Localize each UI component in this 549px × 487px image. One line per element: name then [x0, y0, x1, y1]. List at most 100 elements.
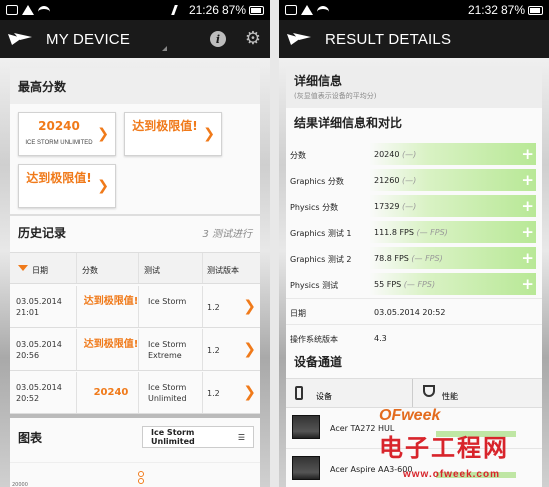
page-title: RESULT DETAILS — [325, 30, 452, 48]
detail-value: 78.8 FPS — [374, 254, 409, 263]
history-row[interactable]: 03.05.2014 21:01 达到极限值! Ice Storm 1.2 ❯ — [10, 286, 260, 328]
chart-point[interactable] — [138, 471, 144, 477]
detail-row-physics-test: Physics 测试 55 FPS (— FPS) + — [286, 271, 542, 297]
battery-percent: 87% — [221, 3, 246, 17]
column-version[interactable]: 测试版本 — [207, 265, 239, 276]
mute-icon — [171, 5, 185, 15]
devices-table-header: 设备 性能 — [286, 378, 542, 408]
chart-point[interactable] — [138, 478, 144, 484]
best-score-title: 最高分数 — [18, 79, 67, 94]
detail-value: 17329 — [374, 202, 400, 211]
chart-card: 图表 Ice Storm Unlimited ☰ 20000 — [10, 418, 260, 487]
screen-divider — [270, 0, 279, 487]
performance-bar — [436, 431, 516, 437]
detail-reference: (—) — [402, 176, 417, 185]
score-tile-maxed-1[interactable]: 达到极限值! ❯ — [124, 112, 222, 156]
device-dropdown-icon[interactable] — [162, 46, 167, 51]
gear-icon[interactable]: ⚙ — [244, 30, 262, 48]
row-test: Ice Storm Extreme — [148, 340, 187, 360]
usb-icon — [38, 6, 50, 14]
detail-reference: (— FPS) — [403, 280, 436, 289]
detail-reference: (—) — [402, 202, 417, 211]
device-name: Acer Aspire AA3-600 — [330, 465, 413, 474]
sort-descending-icon[interactable] — [18, 265, 28, 271]
detail-row-physics-score: Physics 分数 17329 (—) + — [286, 193, 542, 219]
row-date: 03.05.2014 21:01 — [16, 297, 62, 317]
column-test[interactable]: 测试 — [144, 265, 160, 276]
plus-icon[interactable]: + — [521, 145, 534, 163]
page-title: MY DEVICE — [46, 30, 131, 48]
3dmark-logo-icon[interactable] — [287, 32, 311, 46]
chevron-right-icon: ❯ — [243, 340, 256, 358]
row-version: 1.2 — [207, 303, 220, 312]
detail-value: 20240 — [374, 150, 400, 159]
detail-row-date: 日期 03.05.2014 20:52 — [286, 298, 542, 324]
status-time: 21:26 — [188, 3, 219, 17]
history-count: 3 测试进行 — [202, 228, 252, 240]
battery-icon — [528, 5, 543, 15]
device-image — [292, 456, 320, 480]
details-card: 详细信息 (灰显值表示设备的平均分) 结果详细信息和对比 分数 20240 (—… — [286, 66, 542, 487]
test-select-value: Ice Storm Unlimited — [151, 428, 195, 446]
detail-value: 55 FPS — [374, 280, 402, 289]
menu-icon: ☰ — [237, 432, 245, 442]
score-tile-ice-storm-unlimited[interactable]: 20240 ICE STORM UNLIMITED ❯ — [18, 112, 116, 156]
score-test-name: ICE STORM UNLIMITED — [25, 140, 93, 146]
history-row[interactable]: 03.05.2014 20:56 达到极限值! Ice Storm Extrem… — [10, 329, 260, 371]
test-select[interactable]: Ice Storm Unlimited ☰ — [142, 426, 254, 448]
detail-reference: (—) — [402, 150, 417, 159]
detail-label: Graphics 分数 — [290, 177, 344, 186]
column-date[interactable]: 日期 — [32, 265, 48, 276]
result-details-screen: 21:32 87% RESULT DETAILS 详细信息 (灰显值表示设备的平… — [279, 0, 549, 487]
date-label: 日期 — [290, 309, 306, 318]
row-test: Ice Storm Unlimited — [148, 383, 187, 403]
row-score: 20240 — [93, 387, 129, 398]
chevron-right-icon: ❯ — [243, 297, 256, 315]
device-row[interactable]: Acer Aspire AA3-600 — [286, 450, 542, 487]
battery-percent: 87% — [500, 3, 525, 17]
detail-value: 21260 — [374, 176, 400, 185]
column-performance[interactable]: 性能 — [442, 391, 458, 402]
notification-icon — [6, 5, 18, 15]
score-tile-maxed-2[interactable]: 达到极限值! ❯ — [18, 164, 116, 208]
device-row[interactable]: Acer TA272 HUL — [286, 409, 542, 449]
history-row[interactable]: 03.05.2014 20:52 20240 Ice Storm Unlimit… — [10, 372, 260, 414]
device-image — [292, 415, 320, 439]
detail-reference: (— FPS) — [416, 228, 448, 237]
plus-icon[interactable]: + — [521, 171, 534, 189]
plus-icon[interactable]: + — [521, 249, 534, 267]
column-score[interactable]: 分数 — [82, 265, 98, 276]
performance-bar — [436, 472, 516, 478]
y-tick-label: 20000 — [12, 482, 28, 487]
plus-icon[interactable]: + — [521, 275, 534, 293]
best-score-card: 最高分数 20240 ICE STORM UNLIMITED ❯ 达到极限值! … — [10, 68, 260, 214]
detail-row-os: 操作系统版本 4.3 — [286, 324, 542, 350]
date-value: 03.05.2014 20:52 — [374, 308, 446, 317]
detail-reference: (— FPS) — [411, 254, 443, 263]
devices-title: 设备通道 — [294, 354, 343, 369]
row-score: 达到极限值! — [83, 339, 139, 350]
score-value: 达到极限值! — [132, 119, 198, 133]
history-card: 历史记录 3 测试进行 日期 分数 测试 测试版本 03.05.2014 21:… — [10, 216, 260, 414]
detail-row-graphics-score: Graphics 分数 21260 (—) + — [286, 167, 542, 193]
info-icon[interactable]: i — [210, 31, 226, 47]
score-value: 20240 — [38, 119, 80, 133]
app-bar: RESULT DETAILS — [279, 20, 549, 58]
plus-icon[interactable]: + — [521, 197, 534, 215]
notification-icon — [285, 5, 297, 15]
my-device-screen: 21:26 87% MY DEVICE i ⚙ 最高分数 20240 ICE S… — [0, 0, 270, 487]
detail-value: 111.8 FPS — [374, 228, 414, 237]
device-name: Acer TA272 HUL — [330, 424, 395, 433]
detail-label: 分数 — [290, 151, 306, 160]
column-device[interactable]: 设备 — [316, 391, 332, 402]
history-table-header: 日期 分数 测试 测试版本 — [10, 252, 260, 284]
warning-icon — [301, 5, 313, 15]
details-header: 详细信息 (灰显值表示设备的平均分) — [286, 66, 542, 108]
plus-icon[interactable]: + — [521, 223, 534, 241]
detail-row-graphics-test-2: Graphics 测试 2 78.8 FPS (— FPS) + — [286, 245, 542, 271]
score-value: 达到极限值! — [26, 171, 92, 185]
history-title: 历史记录 — [18, 225, 67, 240]
chevron-right-icon: ❯ — [97, 178, 109, 194]
details-title: 详细信息 — [294, 74, 343, 88]
detail-label: Graphics 测试 2 — [290, 255, 352, 264]
